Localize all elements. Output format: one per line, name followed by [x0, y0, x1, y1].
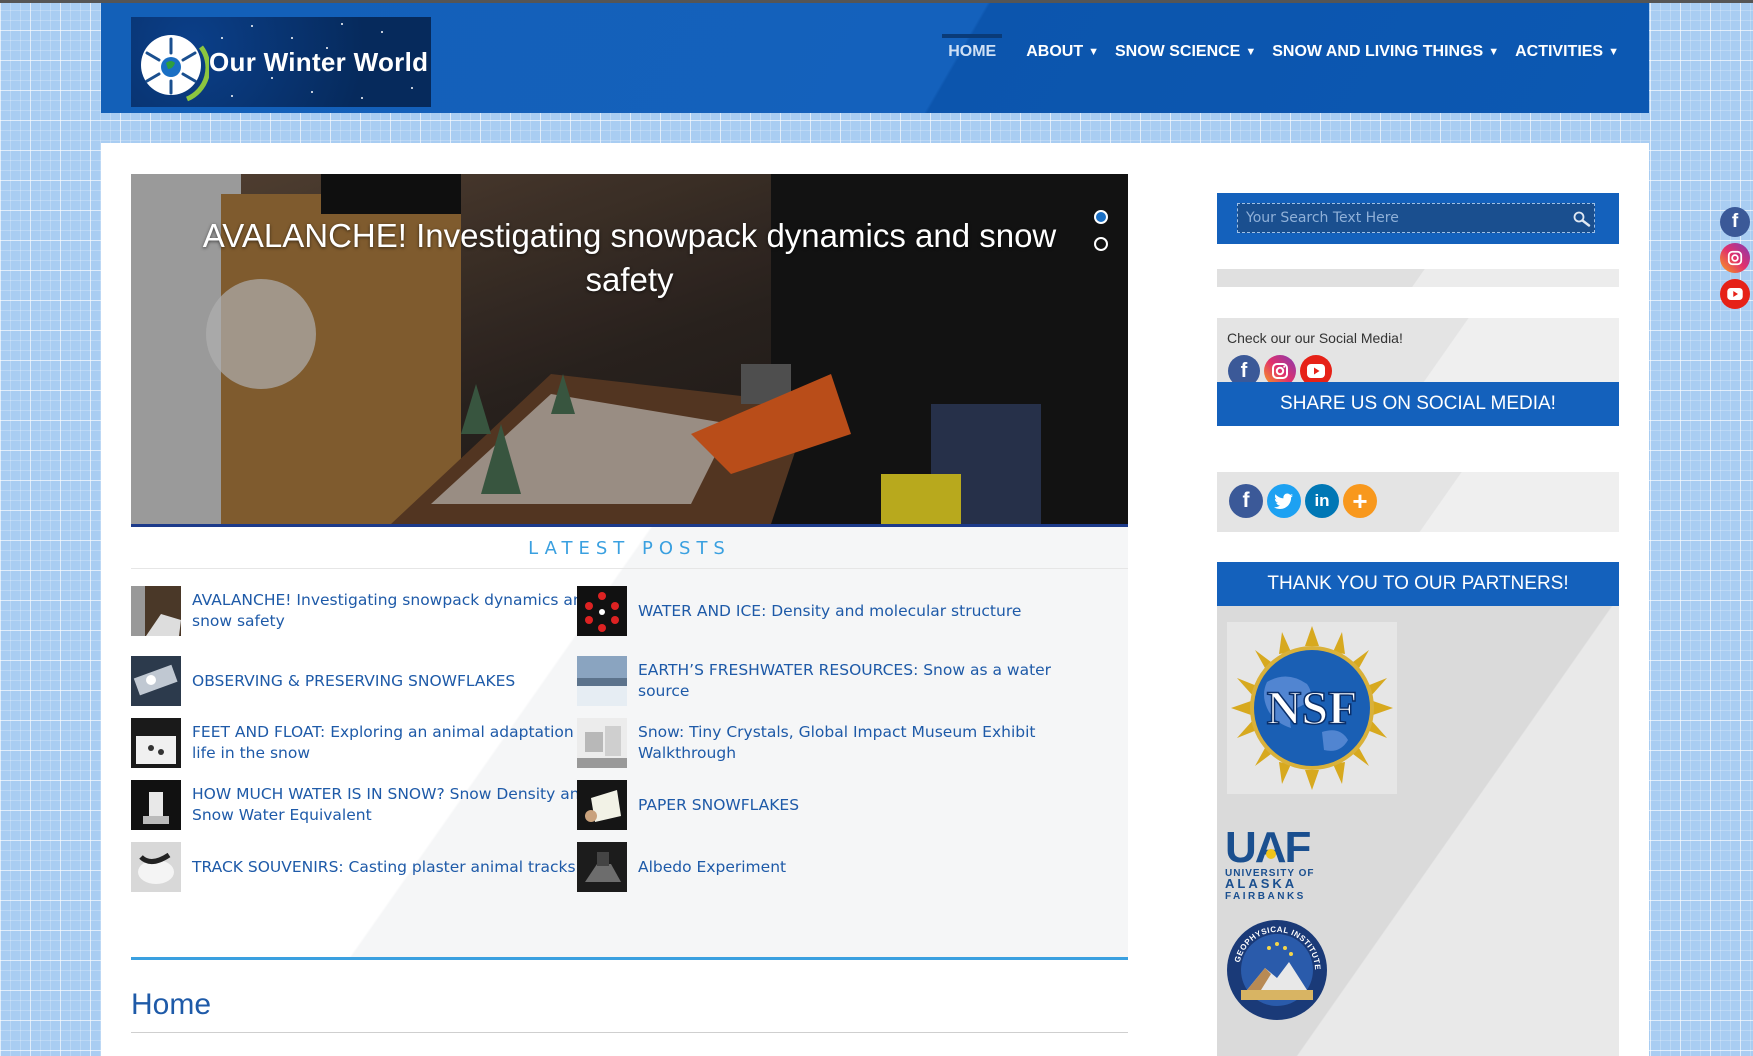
partners-widget: NSF UAF UNIVERSITY OF ALASKA FAIRBANKS G… [1217, 606, 1619, 1056]
plus-icon[interactable]: + [1343, 484, 1377, 518]
post-link[interactable]: AVALANCHE! Investigating snowpack dynami… [192, 590, 611, 632]
twitter-icon[interactable] [1267, 484, 1301, 518]
nav-snow-science-label: SNOW SCIENCE [1115, 43, 1241, 60]
latest-posts-heading: LATEST POSTS [131, 527, 1128, 569]
section-divider [131, 957, 1128, 960]
slide-title[interactable]: AVALANCHE! Investigating snowpack dynami… [171, 214, 1088, 302]
nav-home[interactable]: HOME [942, 34, 1003, 61]
post-thumbnail [577, 780, 627, 830]
post-thumbnail [131, 842, 181, 892]
nav-snow-living-things-label: SNOW AND LIVING THINGS [1272, 43, 1484, 60]
post-thumbnail [577, 656, 627, 706]
list-item[interactable]: AVALANCHE! Investigating snowpack dynami… [131, 585, 611, 637]
featured-slider[interactable]: AVALANCHE! Investigating snowpack dynami… [131, 174, 1128, 527]
latest-posts-section: LATEST POSTS AVALANCHE! Investigating sn… [131, 527, 1128, 957]
nav-snow-science[interactable]: SNOW SCIENCE ▼ [1115, 43, 1256, 61]
post-link[interactable]: OBSERVING & PRESERVING SNOWFLAKES [192, 671, 515, 692]
post-link[interactable]: HOW MUCH WATER IS IN SNOW? Snow Density … [192, 784, 611, 826]
linkedin-icon[interactable]: in [1305, 484, 1339, 518]
floating-instagram-icon[interactable] [1720, 243, 1750, 273]
nav-about-label: ABOUT [1026, 43, 1084, 60]
uaf-logo-line2: ALASKA [1225, 876, 1297, 891]
post-link[interactable]: PAPER SNOWFLAKES [638, 795, 799, 816]
logo-text: Our Winter World [209, 47, 429, 77]
uaf-logo-line3: FAIRBANKS [1225, 891, 1306, 900]
snowflake-globe-icon [141, 35, 209, 102]
share-buttons: f in + [1217, 472, 1619, 532]
chevron-down-icon: ▼ [1488, 46, 1500, 58]
nav-activities[interactable]: ACTIVITIES ▼ [1515, 43, 1619, 61]
uaf-logo-text: UAF [1225, 823, 1311, 872]
search-input[interactable] [1237, 203, 1595, 233]
site-header: Our Winter World HOME ABOUT ▼ SNOW SCIEN… [101, 3, 1649, 113]
post-thumbnail [577, 586, 627, 636]
social-media-text: Check our our Social Media! [1227, 330, 1403, 346]
list-item[interactable]: WATER AND ICE: Density and molecular str… [577, 585, 1057, 637]
partners-heading: THANK YOU TO OUR PARTNERS! [1217, 562, 1619, 606]
chevron-down-icon: ▼ [1608, 46, 1619, 58]
chevron-down-icon: ▼ [1088, 46, 1099, 58]
list-item[interactable]: Snow: Tiny Crystals, Global Impact Museu… [577, 717, 1057, 769]
floating-facebook-icon[interactable]: f [1720, 207, 1750, 237]
list-item[interactable]: TRACK SOUVENIRS: Casting plaster animal … [131, 841, 611, 893]
post-link[interactable]: Albedo Experiment [638, 857, 786, 878]
nav-home-label: HOME [948, 43, 997, 60]
uaf-logo[interactable]: UAF UNIVERSITY OF ALASKA FAIRBANKS [1225, 820, 1315, 900]
post-thumbnail [577, 718, 627, 768]
site-logo[interactable]: Our Winter World [131, 17, 431, 107]
post-link[interactable]: EARTH’S FRESHWATER RESOURCES: Snow as a … [638, 660, 1057, 702]
list-item[interactable]: PAPER SNOWFLAKES [577, 779, 1057, 831]
search-icon[interactable] [1573, 211, 1591, 227]
list-item[interactable]: FEET AND FLOAT: Exploring an animal adap… [131, 717, 611, 769]
title-underline [131, 1032, 1128, 1033]
list-item[interactable]: OBSERVING & PRESERVING SNOWFLAKES [131, 655, 611, 707]
post-link[interactable]: WATER AND ICE: Density and molecular str… [638, 601, 1021, 622]
post-thumbnail [577, 842, 627, 892]
list-item[interactable]: HOW MUCH WATER IS IN SNOW? Snow Density … [131, 779, 611, 831]
post-link[interactable]: FEET AND FLOAT: Exploring an animal adap… [192, 722, 611, 764]
floating-youtube-icon[interactable] [1720, 279, 1750, 309]
chevron-down-icon: ▼ [1245, 46, 1257, 58]
post-thumbnail [131, 656, 181, 706]
search-widget [1217, 193, 1619, 244]
nsf-logo[interactable]: NSF [1227, 622, 1397, 794]
share-heading: SHARE US ON SOCIAL MEDIA! [1217, 382, 1619, 426]
nav-snow-living-things[interactable]: SNOW AND LIVING THINGS ▼ [1272, 43, 1499, 61]
post-thumbnail [131, 780, 181, 830]
post-thumbnail [131, 718, 181, 768]
page-title: Home [131, 988, 212, 1021]
empty-widget [1217, 269, 1619, 287]
list-item[interactable]: Albedo Experiment [577, 841, 1057, 893]
post-link[interactable]: TRACK SOUVENIRS: Casting plaster animal … [192, 857, 576, 878]
slider-dot-1[interactable] [1094, 210, 1108, 224]
post-link[interactable]: Snow: Tiny Crystals, Global Impact Museu… [638, 722, 1057, 764]
nav-about[interactable]: ABOUT ▼ [1026, 43, 1099, 61]
post-thumbnail [131, 586, 181, 636]
slider-dot-2[interactable] [1094, 237, 1108, 251]
nsf-logo-text: NSF [1267, 682, 1358, 735]
nav-activities-label: ACTIVITIES [1515, 43, 1604, 60]
list-item[interactable]: EARTH’S FRESHWATER RESOURCES: Snow as a … [577, 655, 1057, 707]
facebook-icon[interactable]: f [1229, 484, 1263, 518]
main-nav: HOME ABOUT ▼ SNOW SCIENCE ▼ SNOW AND LIV… [942, 34, 1619, 61]
geophysical-institute-seal[interactable]: GEOPHYSICAL INSTITUTE [1225, 918, 1329, 1022]
